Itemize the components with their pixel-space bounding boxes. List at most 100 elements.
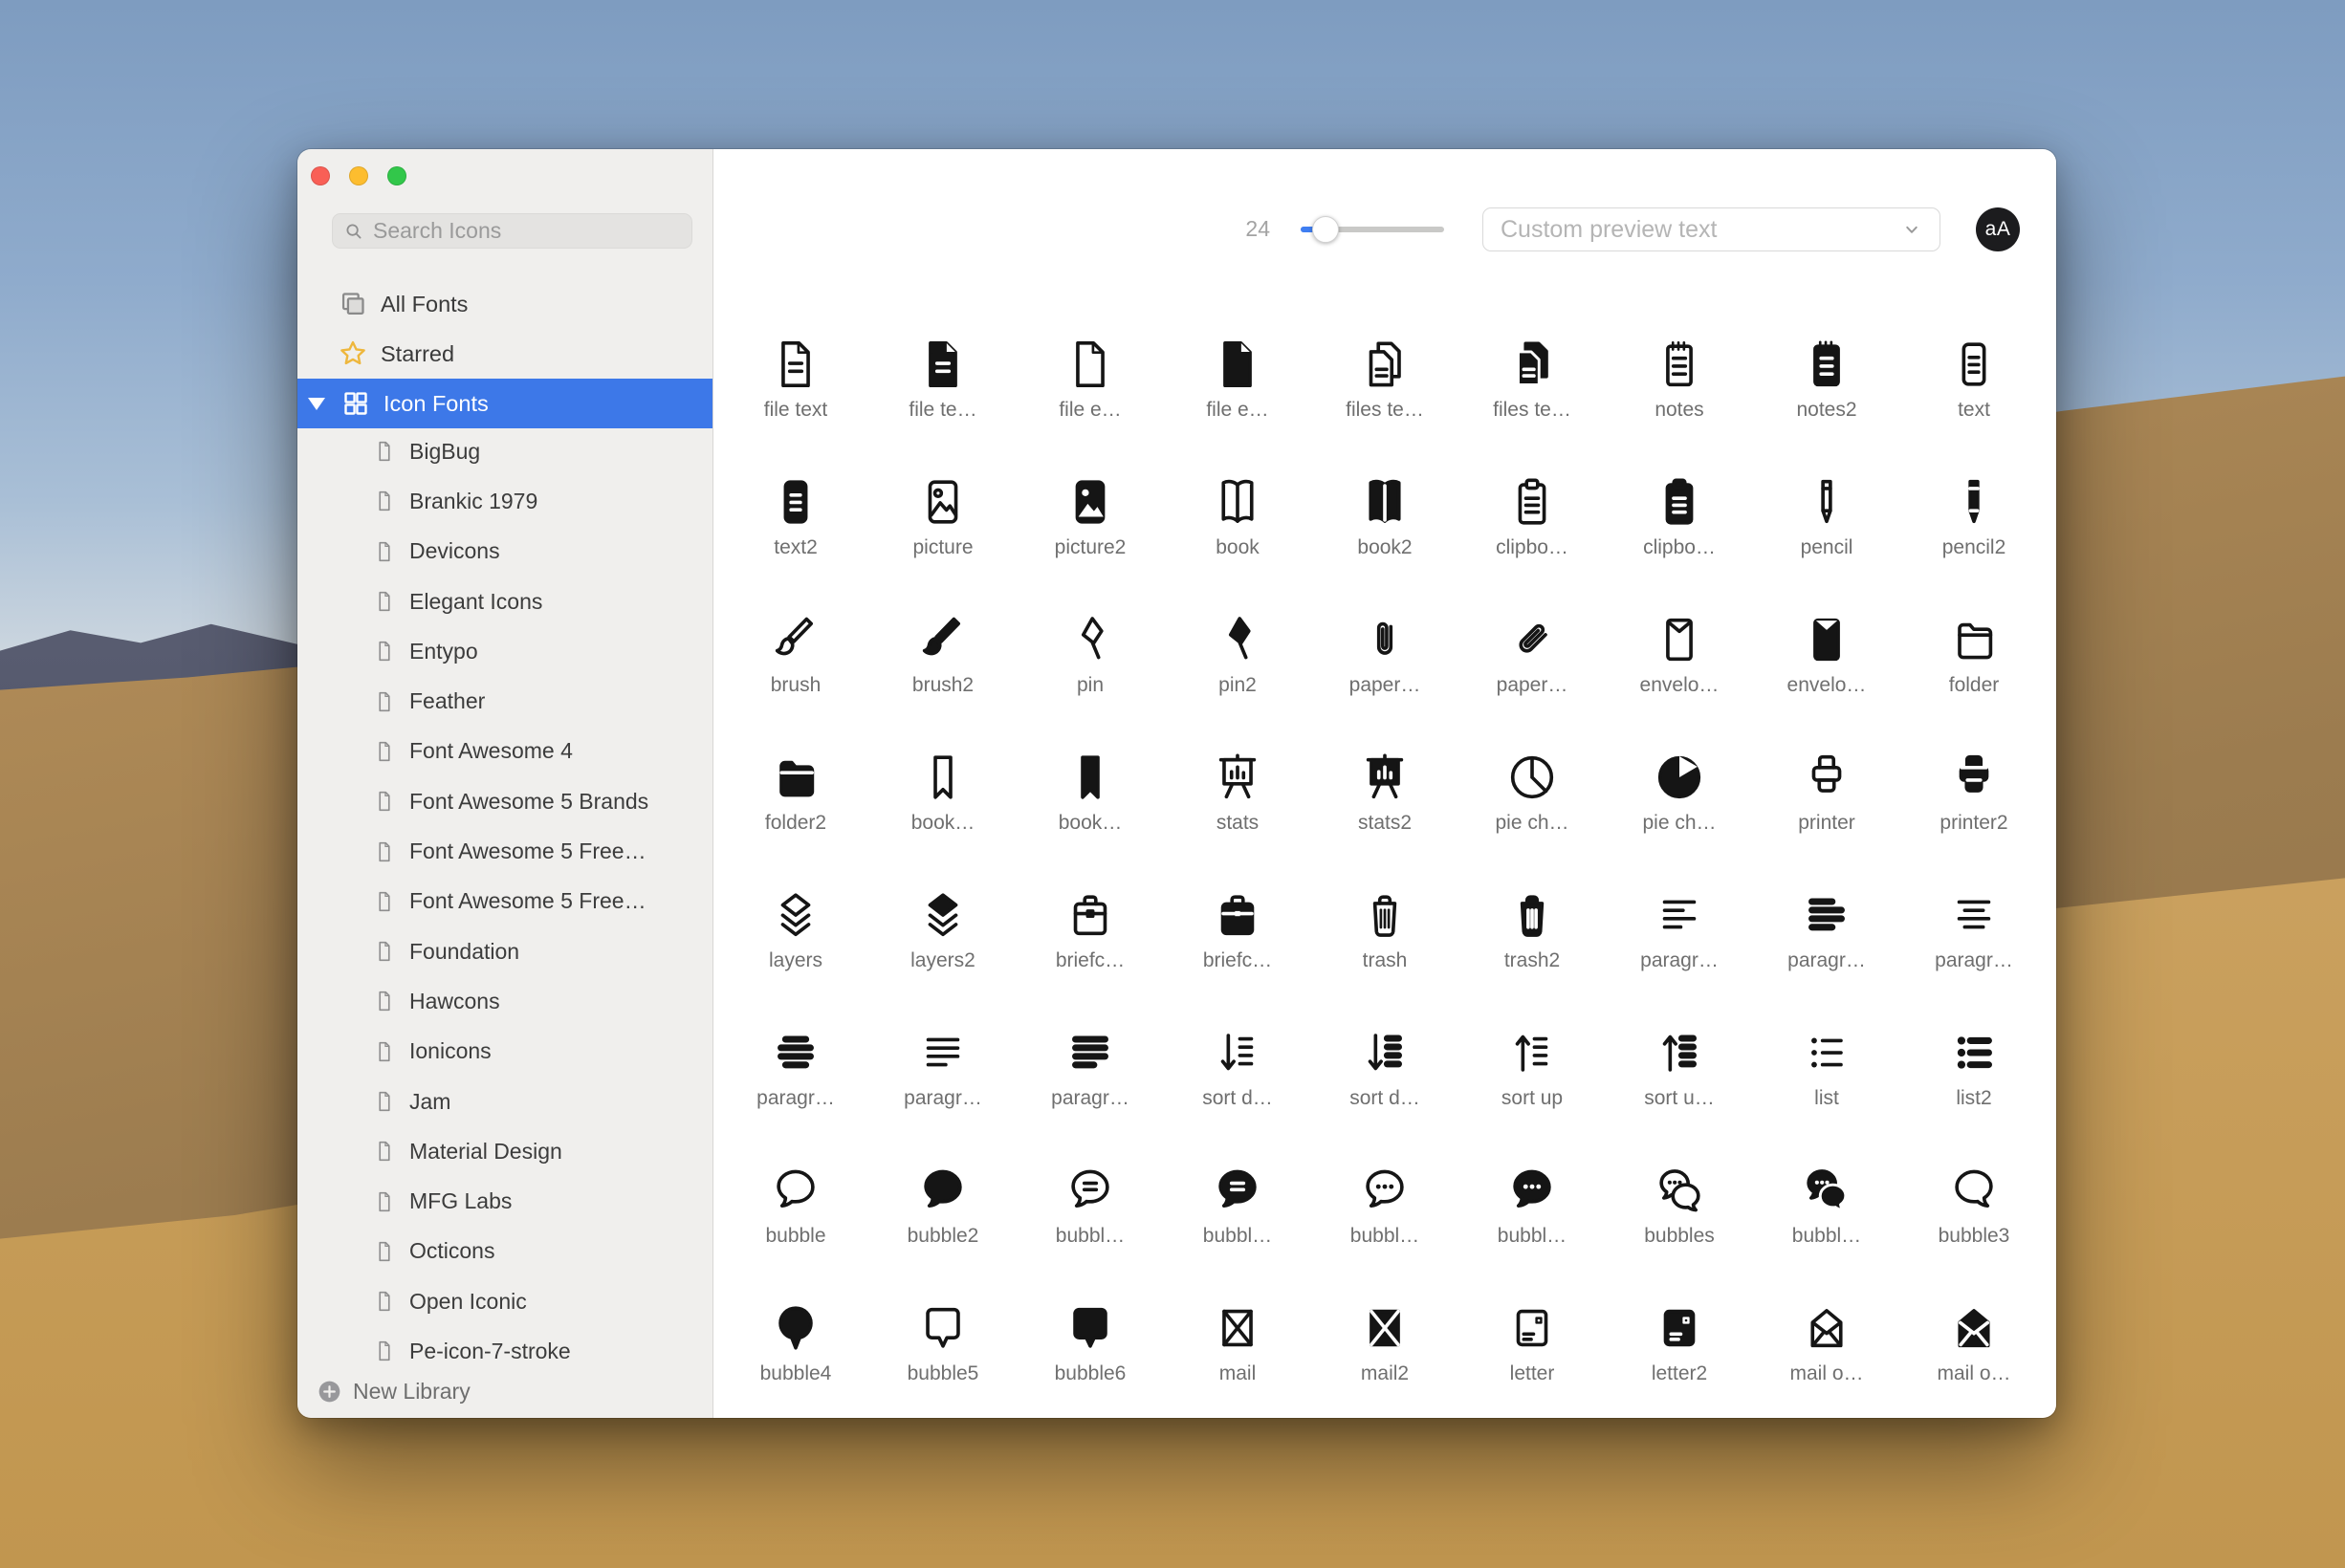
sidebar-library-item[interactable]: BigBug bbox=[297, 426, 712, 476]
icon-cell[interactable]: layers bbox=[722, 849, 869, 987]
sidebar-library-item[interactable]: Hawcons bbox=[297, 976, 712, 1026]
icon-cell[interactable]: pencil bbox=[1753, 436, 1900, 574]
sidebar-library-item[interactable]: Font Awesome 4 bbox=[297, 727, 712, 776]
icon-cell[interactable]: text2 bbox=[722, 436, 869, 574]
sidebar-library-item[interactable]: Ionicons bbox=[297, 1027, 712, 1077]
zoom-button[interactable] bbox=[387, 166, 406, 185]
icon-cell[interactable]: file e… bbox=[1017, 298, 1164, 436]
icon-cell[interactable]: bubble6 bbox=[1017, 1262, 1164, 1400]
icon-cell[interactable]: clipbo… bbox=[1458, 436, 1606, 574]
icon-cell[interactable]: bubbles bbox=[1606, 1124, 1753, 1262]
icon-cell[interactable]: bubbl… bbox=[1753, 1124, 1900, 1262]
icon-cell[interactable]: list2 bbox=[1900, 987, 2048, 1124]
icon-cell[interactable]: printer bbox=[1753, 711, 1900, 849]
icon-cell[interactable]: briefc… bbox=[1164, 849, 1311, 987]
icon-cell[interactable]: paper… bbox=[1311, 574, 1458, 711]
preview-text-dropdown[interactable]: Custom preview text bbox=[1482, 207, 1940, 251]
icon-cell[interactable]: stats2 bbox=[1311, 711, 1458, 849]
sidebar-item-icon-fonts[interactable]: Icon Fonts bbox=[297, 379, 712, 428]
icon-cell[interactable]: mail2 bbox=[1311, 1262, 1458, 1400]
sidebar-library-item[interactable]: Open Iconic bbox=[297, 1276, 712, 1326]
icon-cell[interactable]: book2 bbox=[1311, 436, 1458, 574]
sidebar-library-item[interactable]: Pe-icon-7-stroke bbox=[297, 1326, 712, 1376]
icon-cell[interactable]: bubble bbox=[722, 1124, 869, 1262]
icon-cell[interactable]: file e… bbox=[1164, 298, 1311, 436]
icon-cell[interactable]: sort up bbox=[1458, 987, 1606, 1124]
disclosure-triangle-icon[interactable] bbox=[308, 398, 325, 410]
icon-cell[interactable]: envelo… bbox=[1753, 574, 1900, 711]
icon-cell[interactable]: pie ch… bbox=[1606, 711, 1753, 849]
icon-cell[interactable]: clipbo… bbox=[1606, 436, 1753, 574]
icon-cell[interactable]: paper… bbox=[1458, 574, 1606, 711]
search-input[interactable]: Search Icons bbox=[332, 213, 692, 249]
icon-cell[interactable]: bubble5 bbox=[869, 1262, 1017, 1400]
icon-cell[interactable]: files te… bbox=[1311, 298, 1458, 436]
icon-cell[interactable]: bubbl… bbox=[1458, 1124, 1606, 1262]
icon-cell[interactable]: file text bbox=[722, 298, 869, 436]
icon-cell[interactable]: bubble2 bbox=[869, 1124, 1017, 1262]
icon-cell[interactable]: pencil2 bbox=[1900, 436, 2048, 574]
account-avatar[interactable]: aA bbox=[1976, 207, 2020, 251]
icon-cell[interactable]: pin bbox=[1017, 574, 1164, 711]
icon-cell[interactable]: notes bbox=[1606, 298, 1753, 436]
icon-cell[interactable]: paragr… bbox=[869, 987, 1017, 1124]
size-slider-thumb[interactable] bbox=[1312, 216, 1339, 243]
icon-cell[interactable]: trash2 bbox=[1458, 849, 1606, 987]
icon-cell[interactable]: brush2 bbox=[869, 574, 1017, 711]
icon-cell[interactable]: mail o… bbox=[1900, 1262, 2048, 1400]
close-button[interactable] bbox=[311, 166, 330, 185]
icon-cell[interactable]: letter2 bbox=[1606, 1262, 1753, 1400]
icon-cell[interactable]: list bbox=[1753, 987, 1900, 1124]
icon-cell[interactable]: pie ch… bbox=[1458, 711, 1606, 849]
icon-cell[interactable]: sort d… bbox=[1311, 987, 1458, 1124]
sidebar-library-item[interactable]: Material Design bbox=[297, 1126, 712, 1176]
icon-cell[interactable]: book… bbox=[869, 711, 1017, 849]
icon-cell[interactable]: paragr… bbox=[1900, 849, 2048, 987]
icon-cell[interactable]: brush bbox=[722, 574, 869, 711]
minimize-button[interactable] bbox=[349, 166, 368, 185]
icon-cell[interactable]: book… bbox=[1017, 711, 1164, 849]
sidebar-library-item[interactable]: Foundation bbox=[297, 926, 712, 976]
sidebar-library-item[interactable]: MFG Labs bbox=[297, 1176, 712, 1226]
icon-cell[interactable]: notes2 bbox=[1753, 298, 1900, 436]
sidebar-library-item[interactable]: Font Awesome 5 Free… bbox=[297, 826, 712, 876]
icon-cell[interactable]: sort u… bbox=[1606, 987, 1753, 1124]
icon-cell[interactable]: bubbl… bbox=[1017, 1124, 1164, 1262]
sidebar-library-item[interactable]: Devicons bbox=[297, 527, 712, 577]
icon-cell[interactable]: printer2 bbox=[1900, 711, 2048, 849]
icon-cell[interactable]: letter bbox=[1458, 1262, 1606, 1400]
sidebar-library-item[interactable]: Octicons bbox=[297, 1227, 712, 1276]
icon-cell[interactable]: layers2 bbox=[869, 849, 1017, 987]
icon-cell[interactable]: folder bbox=[1900, 574, 2048, 711]
icon-cell[interactable]: text bbox=[1900, 298, 2048, 436]
icon-cell[interactable]: folder2 bbox=[722, 711, 869, 849]
new-library-button[interactable]: New Library bbox=[316, 1378, 471, 1405]
sidebar-library-item[interactable]: Jam bbox=[297, 1077, 712, 1126]
size-slider[interactable] bbox=[1301, 227, 1444, 232]
icon-cell[interactable]: book bbox=[1164, 436, 1311, 574]
icon-cell[interactable]: bubble4 bbox=[722, 1262, 869, 1400]
sidebar-item-starred[interactable]: Starred bbox=[297, 329, 712, 379]
sidebar-library-item[interactable]: Font Awesome 5 Free… bbox=[297, 877, 712, 926]
icon-cell[interactable]: stats bbox=[1164, 711, 1311, 849]
icon-cell[interactable]: sort d… bbox=[1164, 987, 1311, 1124]
icon-cell[interactable]: pin2 bbox=[1164, 574, 1311, 711]
icon-cell[interactable]: picture bbox=[869, 436, 1017, 574]
sidebar-library-item[interactable]: Brankic 1979 bbox=[297, 476, 712, 526]
icon-cell[interactable]: briefc… bbox=[1017, 849, 1164, 987]
icon-cell[interactable]: files te… bbox=[1458, 298, 1606, 436]
icon-cell[interactable]: file te… bbox=[869, 298, 1017, 436]
icon-cell[interactable]: trash bbox=[1311, 849, 1458, 987]
icon-cell[interactable]: bubbl… bbox=[1164, 1124, 1311, 1262]
icon-cell[interactable]: envelo… bbox=[1606, 574, 1753, 711]
sidebar-library-item[interactable]: Entypo bbox=[297, 626, 712, 676]
sidebar-item-all-fonts[interactable]: All Fonts bbox=[297, 279, 712, 329]
icon-cell[interactable]: bubble3 bbox=[1900, 1124, 2048, 1262]
icon-cell[interactable]: bubbl… bbox=[1311, 1124, 1458, 1262]
sidebar-library-item[interactable]: Font Awesome 5 Brands bbox=[297, 776, 712, 826]
icon-cell[interactable]: picture2 bbox=[1017, 436, 1164, 574]
icon-cell[interactable]: mail o… bbox=[1753, 1262, 1900, 1400]
sidebar-library-item[interactable]: Feather bbox=[297, 676, 712, 726]
icon-cell[interactable]: paragr… bbox=[722, 987, 869, 1124]
icon-cell[interactable]: paragr… bbox=[1017, 987, 1164, 1124]
